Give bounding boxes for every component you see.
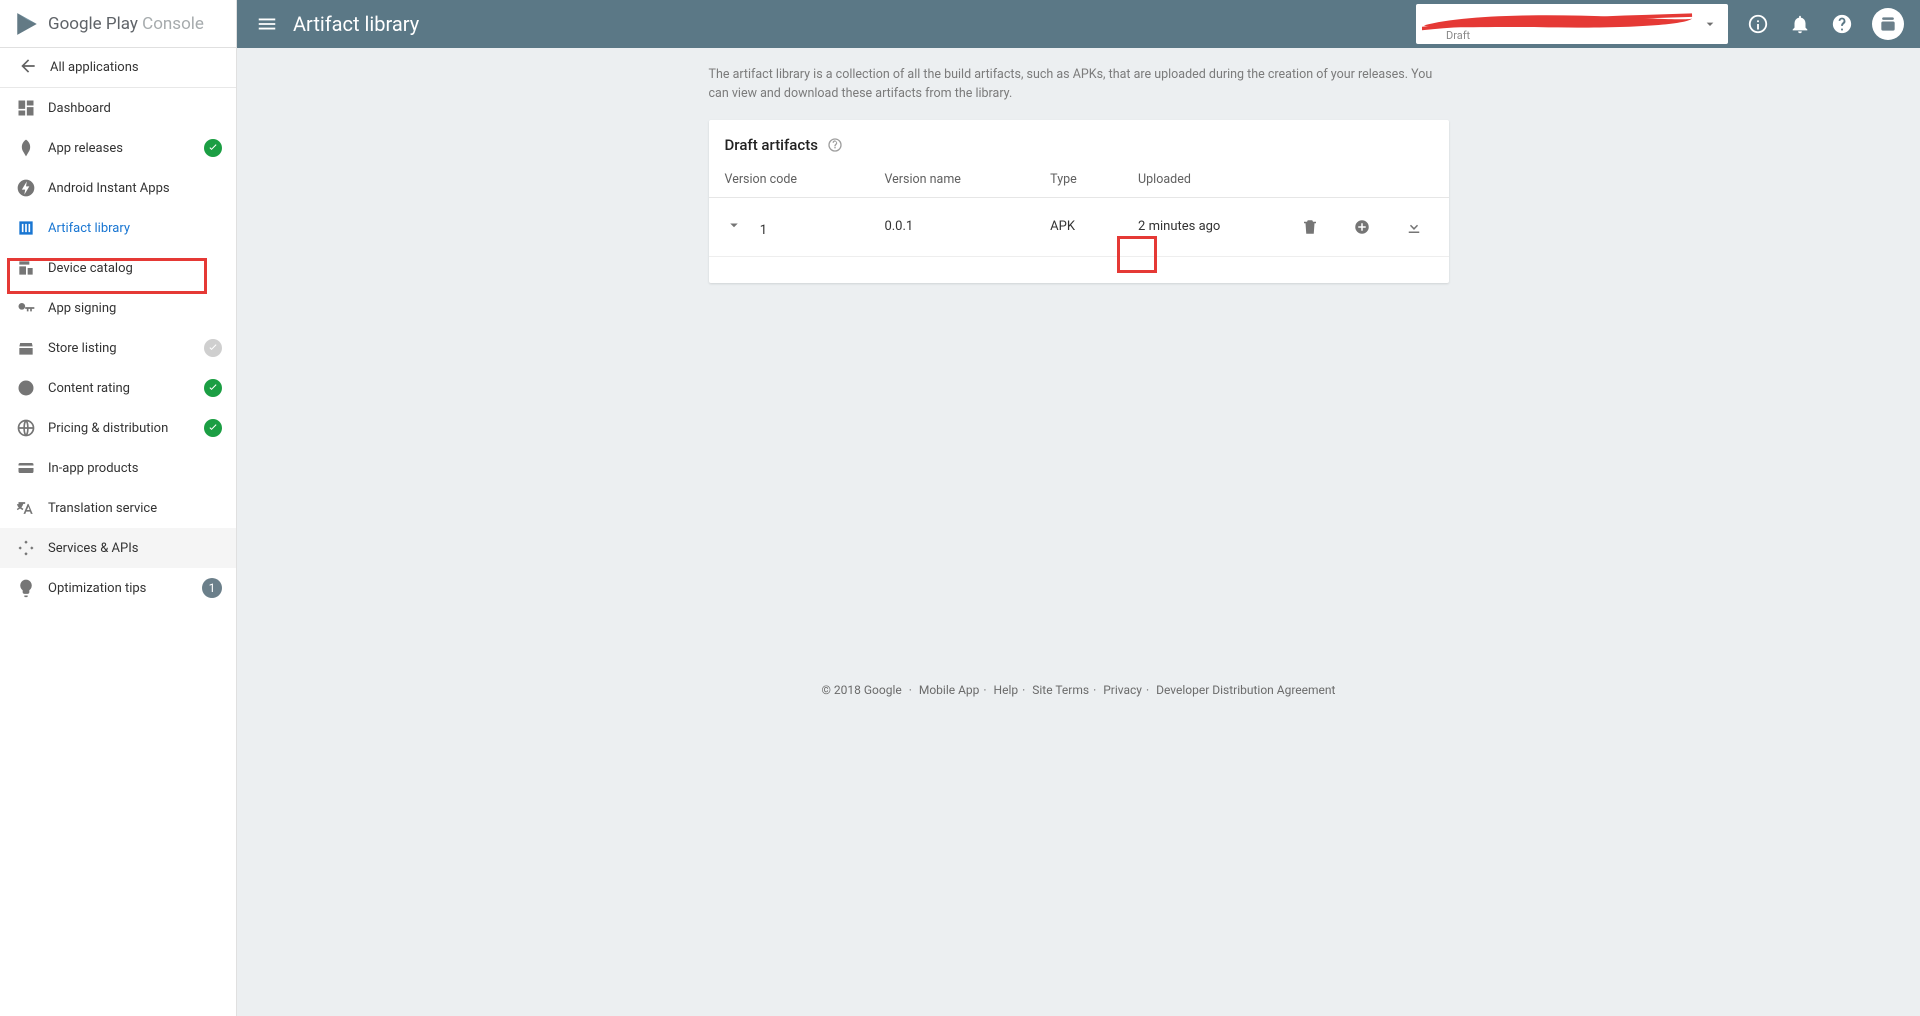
sidebar-item-label: Services & APIs — [48, 541, 138, 556]
sidebar-item-label: Translation service — [48, 501, 157, 516]
delete-icon[interactable] — [1295, 212, 1325, 242]
rocket-icon — [16, 138, 36, 158]
cell-type: APK — [1050, 219, 1075, 234]
footer-link[interactable]: Site Terms — [1032, 683, 1089, 697]
check-icon — [204, 379, 222, 397]
col-type: Type — [1050, 162, 1138, 198]
cell-uploaded: 2 minutes ago — [1138, 219, 1220, 234]
avatar[interactable] — [1872, 8, 1904, 40]
sidebar: All applications Dashboard App releases … — [0, 48, 237, 1016]
footer-link[interactable]: Help — [994, 683, 1019, 697]
sidebar-item-optimization-tips[interactable]: Optimization tips 1 — [0, 568, 236, 608]
sidebar-item-label: Optimization tips — [48, 581, 146, 596]
section-title: Draft artifacts — [725, 136, 818, 154]
back-label: All applications — [50, 60, 139, 75]
count-badge: 1 — [202, 578, 222, 598]
dashboard-icon — [16, 98, 36, 118]
page-description: The artifact library is a collection of … — [709, 66, 1449, 104]
info-icon[interactable] — [1746, 12, 1770, 36]
sidebar-item-label: Device catalog — [48, 261, 133, 276]
sidebar-item-translation[interactable]: Translation service — [0, 488, 236, 528]
arrow-left-icon — [18, 56, 38, 80]
main-content: The artifact library is a collection of … — [237, 48, 1920, 1016]
sidebar-item-label: In-app products — [48, 461, 138, 476]
expand-row-icon[interactable] — [725, 216, 743, 234]
brand-text: Google Play Console — [48, 14, 204, 34]
help-icon[interactable] — [1830, 12, 1854, 36]
bell-icon[interactable] — [1788, 12, 1812, 36]
col-uploaded: Uploaded — [1138, 162, 1294, 198]
redacted-annotation — [1422, 10, 1694, 34]
sidebar-item-dashboard[interactable]: Dashboard — [0, 88, 236, 128]
footer-link[interactable]: Privacy — [1103, 683, 1142, 697]
table-row: 1 0.0.1 APK 2 minutes ago — [709, 197, 1449, 256]
check-icon — [204, 419, 222, 437]
bulb-icon — [16, 578, 36, 598]
sidebar-item-app-releases[interactable]: App releases — [0, 128, 236, 168]
translate-icon — [16, 498, 36, 518]
cell-version-code: 1 — [760, 223, 767, 238]
sidebar-item-label: Store listing — [48, 341, 117, 356]
footer-link[interactable]: Developer Distribution Agreement — [1156, 683, 1335, 697]
check-icon — [204, 139, 222, 157]
api-icon — [16, 538, 36, 558]
sidebar-item-app-signing[interactable]: App signing — [0, 288, 236, 328]
sidebar-item-label: App releases — [48, 141, 123, 156]
footer-copyright: © 2018 Google — [822, 683, 902, 697]
download-icon[interactable] — [1399, 212, 1429, 242]
sidebar-item-label: Dashboard — [48, 101, 111, 116]
library-icon — [16, 218, 36, 238]
sidebar-item-store-listing[interactable]: Store listing — [0, 328, 236, 368]
sidebar-item-label: Pricing & distribution — [48, 421, 168, 436]
sidebar-item-in-app-products[interactable]: In-app products — [0, 448, 236, 488]
app-selector[interactable]: Draft — [1416, 4, 1728, 44]
artifacts-table: Version code Version name Type Uploaded — [709, 162, 1449, 257]
brand-logo[interactable]: Google Play Console — [0, 0, 237, 48]
sidebar-item-instant-apps[interactable]: Android Instant Apps — [0, 168, 236, 208]
col-version-name: Version name — [884, 162, 1050, 198]
globe-icon — [16, 418, 36, 438]
rating-icon — [16, 378, 36, 398]
page-title: Artifact library — [293, 12, 419, 36]
chevron-down-icon — [1702, 16, 1718, 36]
sidebar-item-pricing[interactable]: Pricing & distribution — [0, 408, 236, 448]
card-icon — [16, 458, 36, 478]
bolt-icon — [16, 178, 36, 198]
key-icon — [16, 298, 36, 318]
check-icon — [204, 339, 222, 357]
page-footer: © 2018 Google · Mobile App· Help· Site T… — [709, 683, 1449, 697]
cell-version-name: 0.0.1 — [884, 219, 913, 234]
draft-artifacts-card: Draft artifacts Version code Version nam… — [709, 120, 1449, 283]
devices-icon — [16, 258, 36, 278]
sidebar-item-label: Android Instant Apps — [48, 181, 170, 196]
section-help-icon[interactable] — [826, 136, 844, 154]
sidebar-item-content-rating[interactable]: Content rating — [0, 368, 236, 408]
sidebar-item-label: App signing — [48, 301, 116, 316]
footer-link[interactable]: Mobile App — [919, 683, 980, 697]
sidebar-item-services-apis[interactable]: Services & APIs — [0, 528, 236, 568]
sidebar-item-label: Artifact library — [48, 221, 130, 236]
sidebar-item-label: Content rating — [48, 381, 130, 396]
sidebar-item-artifact-library[interactable]: Artifact library — [0, 208, 236, 248]
add-icon[interactable] — [1347, 212, 1377, 242]
col-version-code: Version code — [709, 162, 885, 198]
back-all-apps[interactable]: All applications — [0, 48, 236, 88]
header-bar: Google Play Console Artifact library Dra… — [0, 0, 1920, 48]
sidebar-item-device-catalog[interactable]: Device catalog — [0, 248, 236, 288]
play-logo-icon — [14, 11, 40, 37]
hamburger-icon[interactable] — [255, 12, 279, 36]
store-icon — [16, 338, 36, 358]
